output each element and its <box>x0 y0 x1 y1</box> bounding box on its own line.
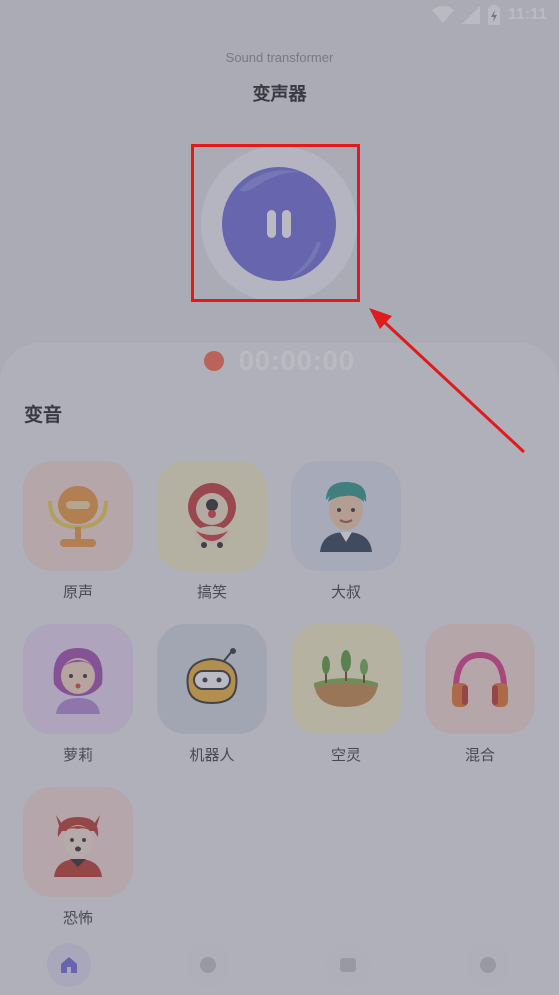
page-title: 变声器 <box>252 84 307 105</box>
voice-label: 搞笑 <box>196 583 227 601</box>
uncle-icon <box>320 482 372 552</box>
battery-icon <box>487 5 500 25</box>
voice-tile-robot[interactable]: 机器人 <box>157 624 267 765</box>
nav-photo[interactable] <box>326 943 370 987</box>
voice-tile-ethereal[interactable]: 空灵 <box>291 624 401 765</box>
voice-label: 混合 <box>464 746 495 764</box>
robot-icon <box>186 648 238 705</box>
highlight-box <box>191 144 360 302</box>
voice-card <box>291 461 401 571</box>
voice-card <box>23 787 133 897</box>
girl-icon <box>53 648 103 714</box>
devil-icon <box>54 815 102 877</box>
voice-tile-loli[interactable]: 萝莉 <box>23 624 133 765</box>
app-subtitle: Sound transformer <box>225 50 334 65</box>
voice-label: 原声 <box>62 583 93 601</box>
voice-icon <box>200 957 216 973</box>
home-icon <box>61 957 77 973</box>
nav-profile[interactable] <box>466 943 510 987</box>
signal-icon <box>461 6 480 24</box>
profile-icon <box>480 957 496 973</box>
timer-text: 00:00:00 <box>238 345 355 376</box>
voice-label: 恐怖 <box>62 909 93 927</box>
status-time: 11:11 <box>507 6 547 23</box>
voice-tile-original[interactable]: 原声 <box>23 461 133 602</box>
voice-card <box>23 461 133 571</box>
landscape-icon <box>314 650 378 707</box>
photo-icon <box>340 958 356 972</box>
voice-tile-mix[interactable]: 混合 <box>425 624 535 765</box>
headphones-icon <box>452 651 508 707</box>
voice-card <box>425 624 535 734</box>
voice-card <box>157 624 267 734</box>
voice-card <box>23 624 133 734</box>
voice-label: 空灵 <box>330 746 361 764</box>
voice-label: 大叔 <box>330 583 361 601</box>
voice-tile-uncle[interactable]: 大叔 <box>291 461 401 602</box>
voice-tile-funny[interactable]: 搞笑 <box>157 461 267 602</box>
wifi-icon <box>431 6 454 23</box>
clown-icon <box>188 483 236 548</box>
voice-label: 萝莉 <box>62 746 93 764</box>
section-title: 变音 <box>24 404 63 426</box>
recording-dot-icon <box>204 351 225 371</box>
status-bar: 11:11 <box>0 0 559 32</box>
voice-label: 机器人 <box>189 746 235 764</box>
voice-card <box>291 624 401 734</box>
voice-tile-horror[interactable]: 恐怖 <box>23 787 133 928</box>
voice-card <box>157 461 267 571</box>
record-timer: 00:00:00 <box>0 345 559 376</box>
microphone-icon <box>48 486 108 547</box>
nav-voice[interactable] <box>186 943 230 987</box>
nav-home[interactable] <box>47 943 91 987</box>
bottom-nav <box>0 940 559 995</box>
